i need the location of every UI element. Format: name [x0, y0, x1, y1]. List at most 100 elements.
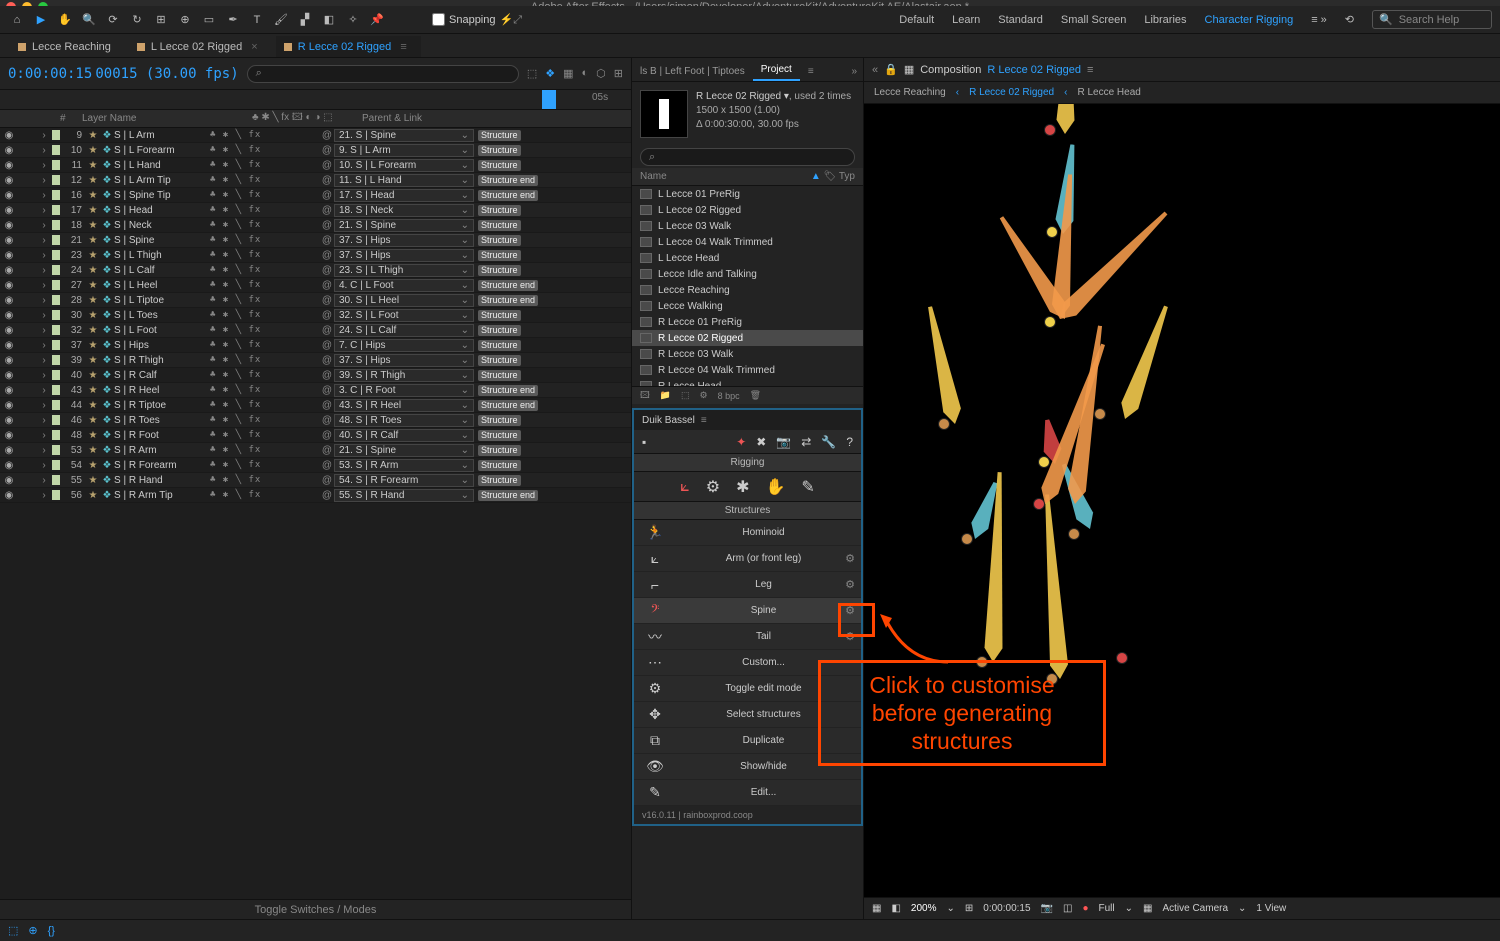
resolution-dropdown[interactable]: Full: [1098, 903, 1114, 914]
duik-item-tail[interactable]: 〰Tail⚙: [634, 624, 861, 650]
interpret-icon[interactable]: 🖾: [640, 388, 650, 404]
hand-tool-icon[interactable]: ✋: [56, 11, 74, 29]
layer-row[interactable]: ◉›30★❖S | L Toes♣ ✱ ╲ fx@32. S | L FootS…: [0, 308, 631, 323]
zoom-tool-icon[interactable]: 🔍: [80, 11, 98, 29]
layer-row[interactable]: ◉›10★❖S | L Forearm♣ ✱ ╲ fx@9. S | L Arm…: [0, 143, 631, 158]
ws-standard[interactable]: Standard: [998, 14, 1043, 26]
bone[interactable]: [1115, 302, 1177, 422]
project-item[interactable]: Lecce Idle and Talking: [632, 266, 863, 282]
text-tool-icon[interactable]: T: [248, 11, 266, 29]
layer-row[interactable]: ◉›23★❖S | L Thigh♣ ✱ ╲ fx@37. S | HipsSt…: [0, 248, 631, 263]
gear-icon[interactable]: ⚙: [845, 578, 855, 591]
project-item[interactable]: L Lecce 01 PreRig: [632, 186, 863, 202]
bc-item[interactable]: R Lecce Head: [1077, 87, 1140, 98]
joint[interactable]: [961, 533, 973, 545]
tab-r-lecce-02[interactable]: R Lecce 02 Rigged ≡: [276, 36, 421, 57]
duik-animation-icon[interactable]: ✖: [756, 435, 766, 449]
ws-small[interactable]: Small Screen: [1061, 14, 1126, 26]
tab-l-lecce-02[interactable]: L Lecce 02 Rigged ×: [129, 36, 272, 57]
duik-note-icon[interactable]: ▪: [642, 435, 646, 449]
status-icon2[interactable]: ⊕: [28, 924, 37, 937]
duik-item-arm-or-front-leg-[interactable]: ⟀Arm (or front leg)⚙: [634, 546, 861, 572]
clone-tool-icon[interactable]: ▞: [296, 11, 314, 29]
duik-structures-icon[interactable]: ⟀: [680, 478, 690, 496]
panel-tab-project[interactable]: Project: [753, 60, 800, 81]
duik-item-leg[interactable]: ⌐Leg⚙: [634, 572, 861, 598]
layer-row[interactable]: ◉›28★❖S | L Tiptoe♣ ✱ ╲ fx@30. S | L Hee…: [0, 293, 631, 308]
res-menu-icon[interactable]: ⊞: [965, 903, 973, 914]
joint[interactable]: [1044, 316, 1056, 328]
duik-item-edit-[interactable]: ✎Edit...: [634, 780, 861, 806]
joint[interactable]: [1038, 456, 1050, 468]
project-item[interactable]: L Lecce 04 Walk Trimmed: [632, 234, 863, 250]
ws-default[interactable]: Default: [899, 14, 934, 26]
project-item[interactable]: Lecce Walking: [632, 298, 863, 314]
joint[interactable]: [1046, 226, 1058, 238]
zoom-dropdown[interactable]: 200%: [911, 903, 937, 914]
tl-shy-icon[interactable]: ❖: [545, 67, 555, 80]
gear-icon[interactable]: ⚙: [845, 552, 855, 565]
duik-camera-icon[interactable]: 📷: [776, 435, 791, 449]
duik-settings-icon[interactable]: 🔧: [821, 435, 836, 449]
layer-row[interactable]: ◉›48★❖S | R Foot♣ ✱ ╲ fx@40. S | R CalfS…: [0, 428, 631, 443]
tab-lecce-reaching[interactable]: Lecce Reaching: [10, 36, 125, 57]
camera-dropdown[interactable]: Active Camera: [1162, 903, 1228, 914]
duik-rigging-icon[interactable]: ✦: [736, 435, 746, 449]
bpc-label[interactable]: 8 bpc: [718, 391, 740, 401]
layer-row[interactable]: ◉›12★❖S | L Arm Tip♣ ✱ ╲ fx@11. S | L Ha…: [0, 173, 631, 188]
project-item[interactable]: R Lecce 04 Walk Trimmed: [632, 362, 863, 378]
duik-controllers-icon[interactable]: ✋: [766, 477, 786, 497]
layer-row[interactable]: ◉›40★❖S | R Calf♣ ✱ ╲ fx@39. S | R Thigh…: [0, 368, 631, 383]
project-item[interactable]: L Lecce 03 Walk: [632, 218, 863, 234]
search-help-input[interactable]: 🔍 Search Help: [1372, 10, 1492, 29]
anchor-tool-icon[interactable]: ⊕: [176, 11, 194, 29]
status-icon3[interactable]: {}: [48, 925, 55, 937]
joint[interactable]: [1068, 528, 1080, 540]
trash-icon[interactable]: 🗑: [750, 390, 761, 401]
joint[interactable]: [1094, 408, 1106, 420]
tl-draft3d-icon[interactable]: ⊞: [614, 67, 623, 80]
ws-libraries[interactable]: Libraries: [1144, 14, 1186, 26]
view-options-icon[interactable]: ▦: [1143, 903, 1152, 914]
joint[interactable]: [1116, 652, 1128, 664]
layer-row[interactable]: ◉›54★❖S | R Forearm♣ ✱ ╲ fx@53. S | R Ar…: [0, 458, 631, 473]
roto-tool-icon[interactable]: ✧: [344, 11, 362, 29]
layer-row[interactable]: ◉›17★❖S | Head♣ ✱ ╲ fx@18. S | NeckStruc…: [0, 203, 631, 218]
comp-name-label[interactable]: R Lecce 02 Rigged: [987, 64, 1081, 76]
pen-tool-icon[interactable]: ✒: [224, 11, 242, 29]
new-folder-icon[interactable]: 📁: [660, 390, 671, 401]
layer-row[interactable]: ◉›46★❖S | R Toes♣ ✱ ╲ fx@48. S | R ToesS…: [0, 413, 631, 428]
camera-tool-icon[interactable]: ⊞: [152, 11, 170, 29]
mask-icon[interactable]: ▦: [872, 903, 881, 914]
time-display[interactable]: 0:00:00:15: [983, 903, 1030, 914]
duik-item-hominoid[interactable]: 🏃Hominoid: [634, 520, 861, 546]
puppet-tool-icon[interactable]: 📌: [368, 11, 386, 29]
time-ruler[interactable]: 05s: [0, 90, 631, 110]
status-icon[interactable]: ⬚: [8, 924, 18, 937]
project-settings-icon[interactable]: ⚙: [700, 390, 708, 401]
ws-reset-icon[interactable]: ⟲: [1345, 13, 1354, 26]
layer-row[interactable]: ◉›55★❖S | R Hand♣ ✱ ╲ fx@54. S | R Forea…: [0, 473, 631, 488]
layer-row[interactable]: ◉›53★❖S | R Arm♣ ✱ ╲ fx@21. S | SpineStr…: [0, 443, 631, 458]
bone[interactable]: [1036, 494, 1071, 680]
layer-row[interactable]: ◉›24★❖S | L Calf♣ ✱ ╲ fx@23. S | L Thigh…: [0, 263, 631, 278]
playhead[interactable]: [542, 90, 556, 109]
duik-misc-icon[interactable]: ✎: [801, 477, 814, 497]
layer-row[interactable]: ◉›32★❖S | L Foot♣ ✱ ╲ fx@24. S | L CalfS…: [0, 323, 631, 338]
panel-tab-controls[interactable]: ls B | Left Foot | Tiptoes: [632, 62, 753, 81]
project-search[interactable]: ⌕: [640, 148, 855, 166]
project-item[interactable]: L Lecce Head: [632, 250, 863, 266]
toggle-switches-modes[interactable]: Toggle Switches / Modes: [0, 899, 631, 919]
orbit-tool-icon[interactable]: ⟳: [104, 11, 122, 29]
duik-help-icon[interactable]: ?: [846, 435, 853, 449]
layer-row[interactable]: ◉›9★❖S | L Arm♣ ✱ ╲ fx@21. S | SpineStru…: [0, 128, 631, 143]
project-item[interactable]: R Lecce 03 Walk: [632, 346, 863, 362]
joint[interactable]: [938, 418, 950, 430]
composition-viewer[interactable]: [864, 104, 1500, 897]
home-icon[interactable]: ⌂: [8, 11, 26, 29]
ws-active[interactable]: Character Rigging: [1205, 14, 1294, 26]
panel-chevron-icon[interactable]: »: [843, 62, 863, 81]
bone[interactable]: [1054, 104, 1079, 134]
layer-row[interactable]: ◉›11★❖S | L Hand♣ ✱ ╲ fx@10. S | L Forea…: [0, 158, 631, 173]
bone[interactable]: [919, 304, 965, 426]
